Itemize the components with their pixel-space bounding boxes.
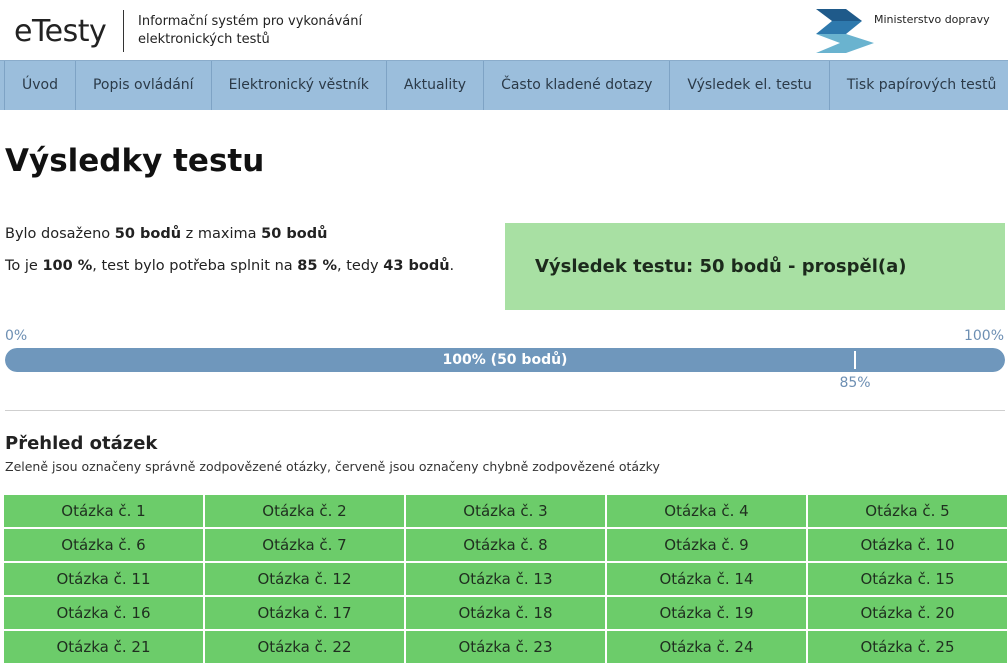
- nav-item-tisk-testu[interactable]: Tisk papírových testů: [830, 61, 1008, 110]
- question-cell[interactable]: Otázka č. 14: [607, 563, 806, 595]
- percent-achieved: 100 %: [42, 258, 93, 274]
- question-cell[interactable]: Otázka č. 3: [406, 495, 605, 527]
- question-cell[interactable]: Otázka č. 4: [607, 495, 806, 527]
- question-cell[interactable]: Otázka č. 12: [205, 563, 404, 595]
- progress-scale-min: 0%: [5, 328, 28, 344]
- question-cell[interactable]: Otázka č. 23: [406, 631, 605, 663]
- percent-text-4: .: [449, 258, 455, 274]
- question-cell[interactable]: Otázka č. 20: [808, 597, 1007, 629]
- ministry-emblem-icon: [816, 9, 874, 53]
- question-cell[interactable]: Otázka č. 10: [808, 529, 1007, 561]
- nav-item-uvod[interactable]: Úvod: [5, 61, 76, 110]
- header-divider: [123, 10, 124, 52]
- nav-item-caste-dotazy[interactable]: Často kladené dotazy: [484, 61, 671, 110]
- ministry-logo[interactable]: Ministerstvo dopravy: [816, 9, 996, 55]
- question-cell[interactable]: Otázka č. 21: [4, 631, 203, 663]
- question-cell[interactable]: Otázka č. 5: [808, 495, 1007, 527]
- header-subtitle: Informační systém pro vykonávání elektro…: [138, 13, 362, 49]
- percent-summary: To je 100 %, test bylo potřeba splnit na…: [5, 258, 454, 274]
- question-cell[interactable]: Otázka č. 24: [607, 631, 806, 663]
- points-required: 43 bodů: [383, 258, 450, 274]
- question-cell[interactable]: Otázka č. 15: [808, 563, 1007, 595]
- points-achieved: 50 bodů: [114, 226, 182, 242]
- question-cell[interactable]: Otázka č. 13: [406, 563, 605, 595]
- question-cell[interactable]: Otázka č. 17: [205, 597, 404, 629]
- question-cell[interactable]: Otázka č. 25: [808, 631, 1007, 663]
- header-subtitle-line2: elektronických testů: [138, 32, 270, 47]
- percent-required: 85 %: [297, 258, 338, 274]
- question-cell[interactable]: Otázka č. 22: [205, 631, 404, 663]
- nav-item-popis-ovladani[interactable]: Popis ovládání: [76, 61, 212, 110]
- progress-scale-max: 100%: [963, 328, 1004, 344]
- main-navigation: Úvod Popis ovládání Elektronický věstník…: [0, 60, 1008, 110]
- threshold-label: 85%: [839, 375, 871, 391]
- app-logo[interactable]: eTesty: [14, 14, 107, 49]
- questions-grid: Otázka č. 1 Otázka č. 2 Otázka č. 3 Otázka …: [4, 495, 1007, 663]
- page-title: Výsledky testu: [5, 143, 265, 179]
- points-text-1: Bylo dosaženo: [5, 226, 115, 242]
- question-cell[interactable]: Otázka č. 19: [607, 597, 806, 629]
- section-divider: [5, 410, 1005, 411]
- header-subtitle-line1: Informační systém pro vykonávání: [138, 14, 363, 29]
- overview-description: Zeleně jsou označeny správně zodpovězené…: [5, 459, 660, 474]
- question-cell[interactable]: Otázka č. 6: [4, 529, 203, 561]
- nav-list: Úvod Popis ovládání Elektronický věstník…: [4, 61, 1008, 110]
- ministry-name: Ministerstvo dopravy: [874, 13, 990, 26]
- question-cell[interactable]: Otázka č. 9: [607, 529, 806, 561]
- question-cell[interactable]: Otázka č. 2: [205, 495, 404, 527]
- nav-item-elektronicky-vestnik[interactable]: Elektronický věstník: [212, 61, 387, 110]
- points-text-2: z maxima: [181, 226, 262, 242]
- threshold-marker: [854, 351, 856, 369]
- question-cell[interactable]: Otázka č. 1: [4, 495, 203, 527]
- result-text: Výsledek testu: 50 bodů - prospěl(a): [535, 256, 907, 277]
- question-cell[interactable]: Otázka č. 8: [406, 529, 605, 561]
- nav-item-vysledek-testu[interactable]: Výsledek el. testu: [670, 61, 830, 110]
- points-summary: Bylo dosaženo 50 bodů z maxima 50 bodů: [5, 226, 327, 242]
- nav-item-aktuality[interactable]: Aktuality: [387, 61, 485, 110]
- question-cell[interactable]: Otázka č. 11: [4, 563, 203, 595]
- question-cell[interactable]: Otázka č. 18: [406, 597, 605, 629]
- question-cell[interactable]: Otázka č. 7: [205, 529, 404, 561]
- overview-title: Přehled otázek: [5, 433, 158, 454]
- points-maximum: 50 bodů: [261, 226, 328, 242]
- question-cell[interactable]: Otázka č. 16: [4, 597, 203, 629]
- header: eTesty Informační systém pro vykonávání …: [0, 0, 1008, 60]
- percent-text-1: To je: [5, 258, 43, 274]
- percent-text-2: , test bylo potřeba splnit na: [92, 258, 298, 274]
- percent-text-3: , tedy: [337, 258, 384, 274]
- result-box: Výsledek testu: 50 bodů - prospěl(a): [505, 223, 1005, 310]
